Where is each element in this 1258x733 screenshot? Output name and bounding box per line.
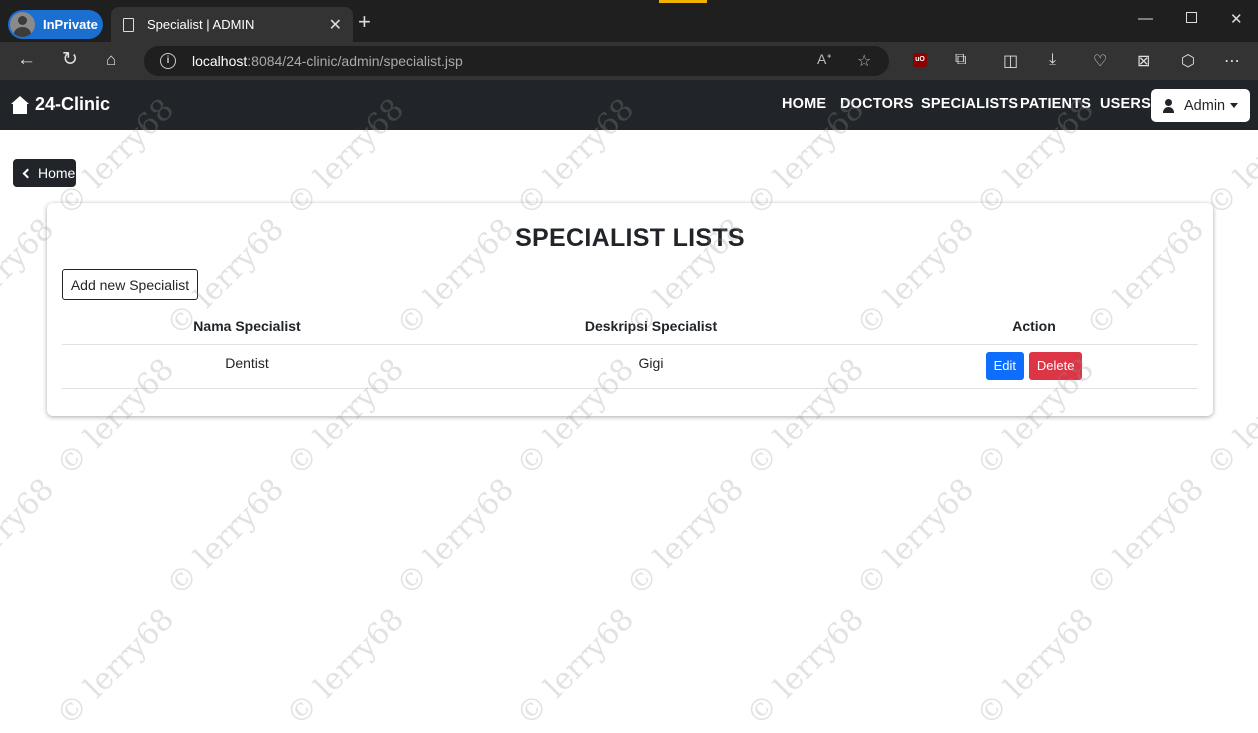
refresh-icon[interactable]: ↻ bbox=[62, 50, 78, 70]
header-deskripsi: Deskripsi Specialist bbox=[432, 309, 870, 345]
brand-link[interactable]: 24-Clinic bbox=[10, 94, 110, 115]
delete-button[interactable]: Delete bbox=[1028, 351, 1083, 380]
split-screen-icon[interactable]: ◫ bbox=[1003, 51, 1018, 71]
admin-dropdown-button[interactable]: Admin bbox=[1151, 89, 1250, 122]
read-aloud-icon[interactable]: Aᐩ bbox=[817, 51, 832, 68]
watermark-text: © lerry68 bbox=[969, 601, 1102, 733]
watermark-text: © lerry68 bbox=[389, 471, 522, 604]
back-arrow-icon[interactable]: ← bbox=[17, 50, 36, 70]
watermark-text: © lerry68 bbox=[49, 601, 182, 733]
address-toolbar: ← ↻ ⌂ i localhost:8084/24-clinic/admin/s… bbox=[0, 42, 1258, 80]
url-host: localhost bbox=[192, 53, 248, 69]
table-header-row: Nama Specialist Deskripsi Specialist Act… bbox=[62, 309, 1198, 345]
back-home-button[interactable]: Home bbox=[13, 159, 76, 187]
add-specialist-button[interactable]: Add new Specialist bbox=[62, 269, 198, 300]
ublock-extension-icon[interactable]: uO bbox=[913, 53, 927, 67]
specialist-table: Nama Specialist Deskripsi Specialist Act… bbox=[62, 309, 1198, 389]
inprivate-label: InPrivate bbox=[43, 17, 98, 32]
watermark-text: © lerry68 bbox=[509, 601, 642, 733]
inprivate-badge[interactable]: InPrivate bbox=[8, 10, 103, 39]
maximize-icon[interactable] bbox=[1186, 12, 1197, 23]
cell-action: Edit Delete bbox=[870, 344, 1198, 389]
specialist-card: SPECIALIST LISTS Add new Specialist Nama… bbox=[47, 203, 1213, 416]
nav-doctors[interactable]: DOCTORS bbox=[840, 96, 914, 112]
page-title: SPECIALIST LISTS bbox=[515, 224, 745, 252]
url-field[interactable]: i localhost:8084/24-clinic/admin/special… bbox=[144, 46, 889, 76]
house-icon bbox=[10, 95, 30, 114]
app-navbar: 24-Clinic HOME DOCTORS SPECIALISTS PATIE… bbox=[0, 80, 1258, 130]
copilot-icon[interactable]: ⬡ bbox=[1181, 51, 1195, 71]
site-info-icon[interactable]: i bbox=[160, 53, 176, 69]
tab-close-icon[interactable]: ✕ bbox=[329, 15, 342, 35]
profile-avatar-icon bbox=[10, 12, 35, 37]
browser-tab[interactable]: Specialist | ADMIN ✕ bbox=[111, 7, 353, 42]
watermark-text: © lerry68 bbox=[159, 471, 292, 604]
performance-icon[interactable]: ♡ bbox=[1093, 51, 1107, 71]
admin-label: Admin bbox=[1184, 97, 1226, 114]
nav-patients[interactable]: PATIENTS bbox=[1020, 96, 1091, 112]
header-nama: Nama Specialist bbox=[62, 309, 432, 345]
home-browser-icon[interactable]: ⌂ bbox=[106, 50, 116, 70]
watermark-text: © lerry68 bbox=[739, 601, 872, 733]
cell-deskripsi: Gigi bbox=[432, 344, 870, 389]
watermark-text: © lerry68 bbox=[279, 601, 412, 733]
favorite-star-icon[interactable]: ☆ bbox=[857, 51, 871, 71]
watermark-text: © lerry68 bbox=[1079, 471, 1212, 604]
watermark-text: © lerry68 bbox=[0, 471, 62, 603]
user-cog-icon bbox=[1163, 98, 1179, 113]
minimize-icon[interactable]: — bbox=[1138, 10, 1153, 27]
browser-tab-bar: InPrivate Specialist | ADMIN ✕ + — ✕ bbox=[0, 0, 1258, 42]
url-text: localhost:8084/24-clinic/admin/specialis… bbox=[192, 53, 463, 69]
table-row: Dentist Gigi Edit Delete bbox=[62, 344, 1198, 389]
download-icon[interactable]: ⤓ bbox=[1049, 51, 1056, 69]
cell-nama: Dentist bbox=[62, 344, 432, 389]
window-close-icon[interactable]: ✕ bbox=[1230, 10, 1243, 28]
page-icon bbox=[123, 17, 134, 32]
caret-down-icon bbox=[1230, 103, 1239, 108]
chevron-left-icon bbox=[22, 168, 33, 178]
back-home-label: Home bbox=[38, 165, 76, 181]
watermark-text: © lerry68 bbox=[619, 471, 752, 604]
more-menu-icon[interactable]: ⋯ bbox=[1224, 51, 1240, 71]
new-tab-icon[interactable]: + bbox=[358, 11, 371, 33]
nav-specialists[interactable]: SPECIALISTS bbox=[921, 96, 1018, 112]
nav-home[interactable]: HOME bbox=[782, 96, 826, 112]
watermark-text: © lerry68 bbox=[849, 471, 982, 604]
header-action: Action bbox=[870, 309, 1198, 345]
edit-button[interactable]: Edit bbox=[985, 351, 1024, 380]
collections-icon[interactable]: ⊠ bbox=[1137, 51, 1150, 71]
brand-label: 24-Clinic bbox=[35, 94, 111, 114]
nav-users[interactable]: USERS bbox=[1100, 96, 1151, 112]
tab-title: Specialist | ADMIN bbox=[147, 17, 255, 32]
url-path: :8084/24-clinic/admin/specialist.jsp bbox=[247, 53, 463, 69]
accent-bar bbox=[659, 0, 707, 3]
extensions-icon[interactable]: ⧉ bbox=[955, 51, 966, 69]
